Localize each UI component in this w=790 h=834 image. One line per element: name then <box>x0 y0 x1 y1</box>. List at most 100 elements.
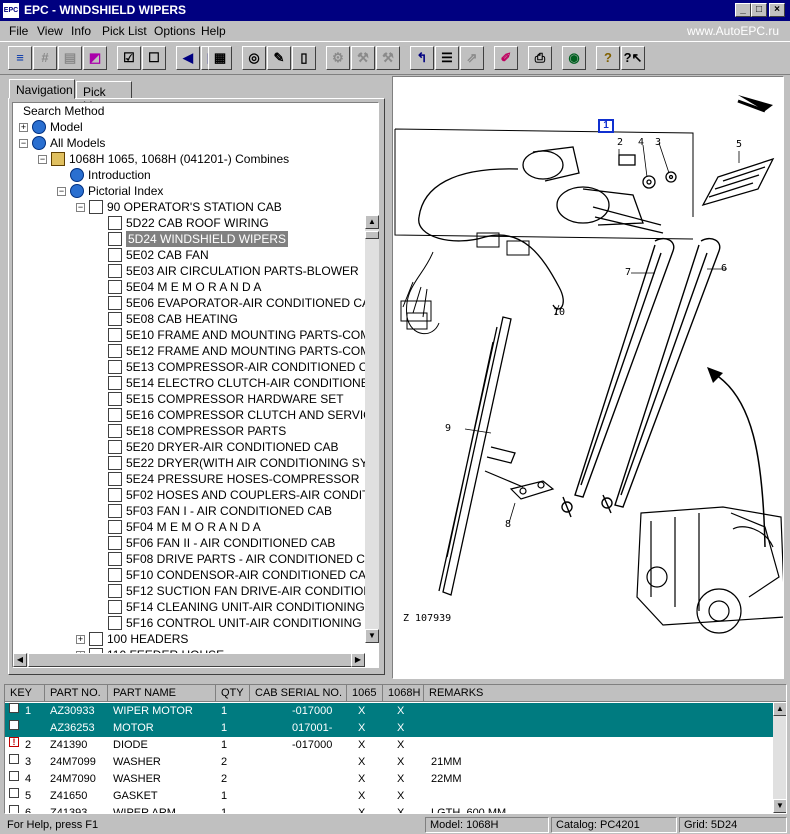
tree-item[interactable]: 5F14 CLEANING UNIT-AIR CONDITIONING SYS <box>13 599 378 615</box>
col-1065[interactable]: 1065 <box>347 685 383 702</box>
col-cab-serial[interactable]: CAB SERIAL NO. <box>250 685 347 702</box>
tree-item[interactable]: 5F12 SUCTION FAN DRIVE-AIR CONDITIONING <box>13 583 378 599</box>
collapse-icon[interactable]: − <box>19 139 28 148</box>
tree-item[interactable]: − 1068H 1065, 1068H (041201-) Combines <box>13 151 373 167</box>
print-icon[interactable]: ⎙ <box>528 46 552 70</box>
col-part-no[interactable]: PART NO. <box>45 685 108 702</box>
row-checkbox[interactable] <box>9 754 19 764</box>
col-remarks[interactable]: REMARKS <box>424 685 786 702</box>
tree-item[interactable]: 5E03 AIR CIRCULATION PARTS-BLOWER <box>13 263 373 279</box>
tree-item[interactable]: 5F04 M E M O R A N D A <box>13 519 373 535</box>
illustration-panel[interactable]: 1 2 4 3 5 7 6 10 9 8 Z 107939 <box>392 76 784 679</box>
tree-item[interactable]: 5E12 FRAME AND MOUNTING PARTS-COMPR <box>13 343 378 359</box>
tree-item[interactable]: 5E18 COMPRESSOR PARTS <box>13 423 373 439</box>
table-row[interactable]: 3 24M7099 WASHER 2 X X 21MM <box>5 754 775 771</box>
callout-3[interactable]: 3 <box>655 137 661 148</box>
tree-item[interactable]: 5E02 CAB FAN <box>13 247 373 263</box>
eraser-icon[interactable]: ◩ <box>83 46 107 70</box>
menu-options[interactable]: Options <box>154 24 195 38</box>
tools-2-icon[interactable]: ⚒ <box>376 46 400 70</box>
row-checkbox[interactable] <box>9 720 19 730</box>
tab-navigation[interactable]: Navigation <box>9 79 75 99</box>
expand-icon[interactable]: + <box>19 123 28 132</box>
callout-1[interactable]: 1 <box>598 119 614 133</box>
tree-item[interactable]: Search Method <box>13 103 373 119</box>
tree-item[interactable]: 5E14 ELECTRO CLUTCH-AIR CONDITIONED C <box>13 375 378 391</box>
tree-item[interactable]: 5F06 FAN II - AIR CONDITIONED CAB <box>13 535 373 551</box>
row-checkbox[interactable] <box>9 703 19 713</box>
undo-icon[interactable]: ↰ <box>410 46 434 70</box>
callout-6[interactable]: 6 <box>721 263 727 274</box>
tree-scroll-up-button[interactable]: ▲ <box>365 215 379 229</box>
tree-item[interactable]: 5E10 FRAME AND MOUNTING PARTS-COMPR <box>13 327 378 343</box>
menu-view[interactable]: View <box>37 24 63 38</box>
tab-pick-list[interactable]: Pick List <box>76 81 132 113</box>
tree-item[interactable]: 5E13 COMPRESSOR-AIR CONDITIONED CAB <box>13 359 378 375</box>
menu-info[interactable]: Info <box>71 24 91 38</box>
row-checkbox[interactable] <box>9 788 19 798</box>
tree-item[interactable]: 5D22 CAB ROOF WIRING <box>13 215 373 231</box>
checklist-icon[interactable]: ☐ <box>142 46 166 70</box>
tree-item[interactable]: 5E24 PRESSURE HOSES-COMPRESSOR <box>13 471 373 487</box>
collapse-icon[interactable]: − <box>38 155 47 164</box>
col-1068h[interactable]: 1068H <box>383 685 424 702</box>
row-checkbox[interactable] <box>9 771 19 781</box>
tree-item[interactable]: 5F03 FAN I - AIR CONDITIONED CAB <box>13 503 373 519</box>
callout-10[interactable]: 10 <box>553 307 565 318</box>
tree-item[interactable]: 5D24 WINDSHIELD WIPERS <box>13 231 373 247</box>
tree-item[interactable]: 5E04 M E M O R A N D A <box>13 279 373 295</box>
callout-7[interactable]: 7 <box>625 267 631 278</box>
grid-vertical-scrollbar[interactable]: ▲ ▼ <box>773 702 786 813</box>
book-icon[interactable]: ◎ <box>242 46 266 70</box>
tree-scroll-left-button[interactable]: ◀ <box>13 653 27 667</box>
tree-item[interactable]: 5E16 COMPRESSOR CLUTCH AND SERVICE V <box>13 407 378 423</box>
tree-scroll-down-button[interactable]: ▼ <box>365 629 379 643</box>
callout-8[interactable]: 8 <box>505 519 511 530</box>
grid-scroll-up-button[interactable]: ▲ <box>773 702 786 716</box>
callout-4[interactable]: 4 <box>638 137 644 148</box>
tree-item[interactable]: − 90 OPERATOR'S STATION CAB <box>13 199 373 215</box>
help-icon[interactable]: ? <box>596 46 620 70</box>
tree-scroll-right-button[interactable]: ▶ <box>351 653 365 667</box>
tree-item[interactable]: 5F02 HOSES AND COUPLERS-AIR CONDITION <box>13 487 378 503</box>
tree-item[interactable]: 5E22 DRYER(WITH AIR CONDITIONING SYST <box>13 455 378 471</box>
callout-2[interactable]: 2 <box>617 137 623 148</box>
menu-pick-list[interactable]: Pick List <box>102 24 147 38</box>
table-row[interactable]: 6 Z41393 WIPER ARM 1 X X LGTH. 600 MM <box>5 805 775 813</box>
row-checkbox[interactable] <box>9 805 19 813</box>
col-qty[interactable]: QTY <box>216 685 250 702</box>
hash-icon[interactable]: # <box>33 46 57 70</box>
maximize-button[interactable]: □ <box>751 3 767 17</box>
table-row[interactable]: 4 24M7090 WASHER 2 X X 22MM <box>5 771 775 788</box>
tree-item[interactable]: +100 HEADERS <box>13 631 373 647</box>
table-row[interactable]: AZ36253 MOTOR 1 017001- X X <box>5 720 775 737</box>
checkbox-icon[interactable]: ☑ <box>117 46 141 70</box>
parts-list-icon[interactable]: ≡ <box>8 46 32 70</box>
tree-item[interactable]: 5F08 DRIVE PARTS - AIR CONDITIONED CAB <box>13 551 378 567</box>
tree-horizontal-scrollbar[interactable]: ◀ ▶ <box>13 653 365 667</box>
tree-item[interactable]: 5F10 CONDENSOR-AIR CONDITIONED CAB <box>13 567 374 583</box>
tree-item[interactable]: 5E08 CAB HEATING <box>13 311 373 327</box>
table-row[interactable]: ! 2 Z41390 DIODE 1 -017000 X X <box>5 737 775 754</box>
collapse-icon[interactable]: − <box>57 187 66 196</box>
highlighter-icon[interactable]: ✐ <box>494 46 518 70</box>
callout-9[interactable]: 9 <box>445 423 451 434</box>
tree-item[interactable]: Introduction <box>13 167 373 183</box>
tree-item[interactable]: + Model <box>13 119 373 135</box>
tools-icon[interactable]: ⚒ <box>351 46 375 70</box>
tree-hscroll-thumb[interactable] <box>28 653 358 667</box>
table-row[interactable]: 1 AZ30933 WIPER MOTOR 1 -017000 X X <box>5 703 775 720</box>
tree-scroll-thumb[interactable] <box>365 231 379 239</box>
epc-app-icon[interactable]: EPC <box>3 3 19 18</box>
layers-icon[interactable]: ▤ <box>58 46 82 70</box>
context-help-icon[interactable]: ?↖ <box>621 46 645 70</box>
wrench-icon[interactable]: ⚙ <box>326 46 350 70</box>
close-button[interactable]: × <box>769 3 785 17</box>
notes-icon[interactable]: ✎ <box>267 46 291 70</box>
col-part-name[interactable]: PART NAME <box>108 685 216 702</box>
collapse-icon[interactable]: − <box>76 203 85 212</box>
warning-flag-icon[interactable]: ! <box>9 737 19 747</box>
grid-icon[interactable]: ▦ <box>208 46 232 70</box>
menu-file[interactable]: File <box>9 24 28 38</box>
list-icon[interactable]: ☰ <box>435 46 459 70</box>
